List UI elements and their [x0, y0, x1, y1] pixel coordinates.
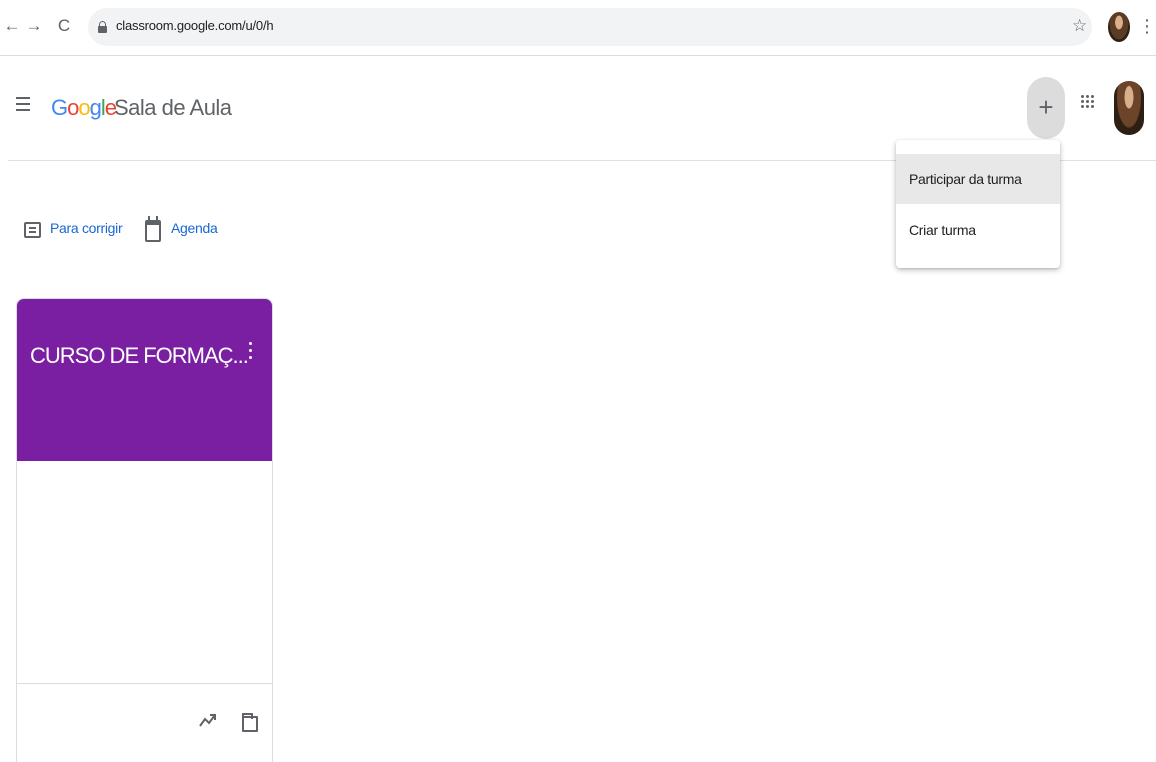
assignment-icon: [24, 222, 41, 238]
add-class-button[interactable]: +: [1027, 77, 1065, 139]
menu-item-create-class[interactable]: Criar turma: [896, 205, 1060, 255]
more-options-icon[interactable]: [243, 337, 259, 367]
logo-letter: G: [51, 95, 68, 120]
url-text[interactable]: classroom.google.com/u/0/h: [116, 18, 274, 33]
account-avatar[interactable]: [1114, 81, 1144, 135]
menu-item-join-class[interactable]: Participar da turma: [896, 154, 1060, 204]
google-apps-icon[interactable]: [1081, 95, 1095, 109]
forward-icon[interactable]: →: [24, 14, 44, 38]
product-name: Sala de Aula: [114, 95, 232, 120]
google-logo[interactable]: Google: [51, 95, 117, 121]
back-icon[interactable]: ←: [2, 14, 22, 38]
gradebook-trend-icon[interactable]: [197, 709, 219, 731]
browser-menu-icon[interactable]: ⋮: [1138, 14, 1156, 38]
add-class-menu: Participar da turma Criar turma: [896, 140, 1060, 268]
class-card-footer: [17, 683, 272, 762]
logo-letter: o: [67, 95, 79, 120]
to-review-label[interactable]: Para corrigir: [50, 220, 123, 236]
class-card-header[interactable]: CURSO DE FORMAÇ...: [17, 299, 272, 461]
bookmark-star-icon[interactable]: ☆: [1072, 14, 1087, 38]
logo-letter: o: [78, 95, 90, 120]
to-review-link[interactable]: Para corrigir: [24, 215, 134, 245]
calendar-link[interactable]: Agenda: [145, 215, 225, 245]
browser-profile-avatar[interactable]: [1108, 12, 1130, 42]
folder-icon[interactable]: [242, 713, 258, 732]
browser-toolbar: ← → C classroom.google.com/u/0/h ☆ ⋮: [0, 0, 1156, 56]
calendar-icon: [145, 215, 161, 243]
class-card: CURSO DE FORMAÇ...: [16, 298, 273, 762]
class-title[interactable]: CURSO DE FORMAÇ...: [30, 343, 249, 369]
address-bar[interactable]: classroom.google.com/u/0/h: [88, 8, 1092, 46]
main-menu-icon[interactable]: [16, 97, 34, 111]
lock-icon: [98, 21, 107, 33]
reload-icon[interactable]: C: [54, 14, 74, 38]
calendar-label[interactable]: Agenda: [171, 220, 218, 236]
logo-letter: g: [89, 95, 102, 120]
